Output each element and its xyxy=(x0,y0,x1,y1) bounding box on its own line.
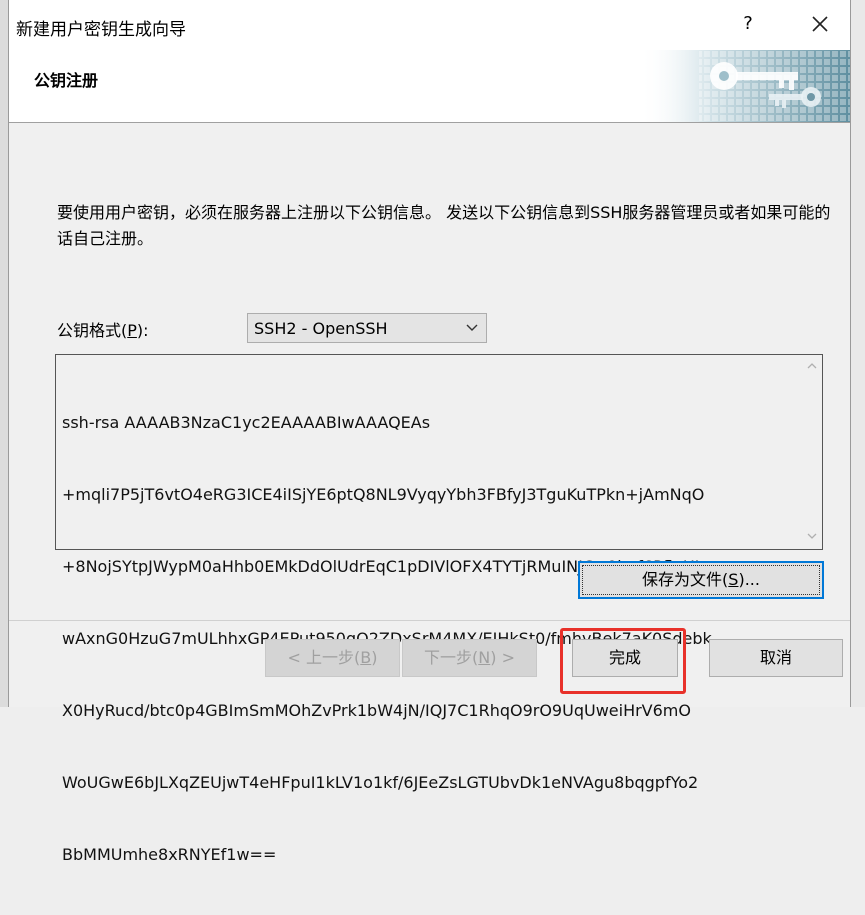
back-label-key: B xyxy=(360,648,372,667)
highlight-annotation xyxy=(560,628,686,694)
wizard-footer: < 上一步(B) 下一步(N) > 完成 取消 xyxy=(9,620,850,708)
background-window-edge-right xyxy=(851,0,865,707)
format-selected-value: SSH2 - OpenSSH xyxy=(254,319,388,338)
wizard-content: 要使用用户密钥，必须在服务器上注册以下公钥信息。 发送以下公钥信息到SSH服务器… xyxy=(9,123,850,864)
scroll-up-icon[interactable] xyxy=(805,359,819,373)
title-bar: 新建用户密钥生成向导 ? xyxy=(9,0,850,50)
key-line: ssh-rsa AAAAB3NzaC1yc2EAAAABIwAAAQEAs xyxy=(62,413,431,432)
key-wizard-dialog: 新建用户密钥生成向导 ? 公钥注册 要使用用户密钥，必须在服务器上注册以下公钥信… xyxy=(8,0,851,864)
background-window-edge xyxy=(0,0,8,707)
keys-banner-icon xyxy=(639,50,850,122)
page-title: 公钥注册 xyxy=(34,71,99,90)
scroll-down-icon[interactable] xyxy=(805,529,819,543)
next-label-key: N xyxy=(478,648,491,667)
format-label-suffix: ): xyxy=(136,321,149,340)
wizard-header: 公钥注册 xyxy=(9,50,850,123)
key-line: WoUGwE6bJLXqZEUjwT4eHFpuI1kLV1o1kf/6JEeZ… xyxy=(62,773,699,792)
next-label-suffix: ) > xyxy=(490,648,515,667)
close-button[interactable] xyxy=(805,9,835,39)
chevron-down-icon xyxy=(466,324,478,331)
public-key-textarea[interactable]: ssh-rsa AAAAB3NzaC1yc2EAAAABIwAAAQEAs +m… xyxy=(55,354,823,864)
format-label: 公钥格式(P): xyxy=(57,317,149,341)
help-button[interactable]: ? xyxy=(733,9,763,39)
format-label-prefix: 公钥格式( xyxy=(57,321,128,340)
close-icon xyxy=(812,16,828,32)
focus-rect xyxy=(582,565,820,595)
back-label-suffix: ) xyxy=(371,648,378,667)
next-button[interactable]: 下一步(N) > xyxy=(402,639,537,677)
format-dropdown[interactable]: SSH2 - OpenSSH xyxy=(247,313,487,343)
cancel-button[interactable]: 取消 xyxy=(709,639,843,677)
key-line: BbMMUmhe8xRNYEf1w== xyxy=(62,845,277,864)
back-button[interactable]: < 上一步(B) xyxy=(265,639,400,677)
next-label-prefix: 下一步( xyxy=(424,648,479,667)
back-label-prefix: < 上一步( xyxy=(287,648,361,667)
instruction-text: 要使用用户密钥，必须在服务器上注册以下公钥信息。 发送以下公钥信息到SSH服务器… xyxy=(57,203,831,248)
window-title: 新建用户密钥生成向导 xyxy=(16,20,186,40)
vertical-scrollbar[interactable] xyxy=(802,355,822,549)
key-line: +mqli7P5jT6vtO4eRG3ICE4iISjYE6ptQ8NL9Vyq… xyxy=(62,485,705,504)
save-to-file-button[interactable]: 保存为文件(S)... xyxy=(578,561,824,599)
format-label-key: P xyxy=(127,321,137,340)
